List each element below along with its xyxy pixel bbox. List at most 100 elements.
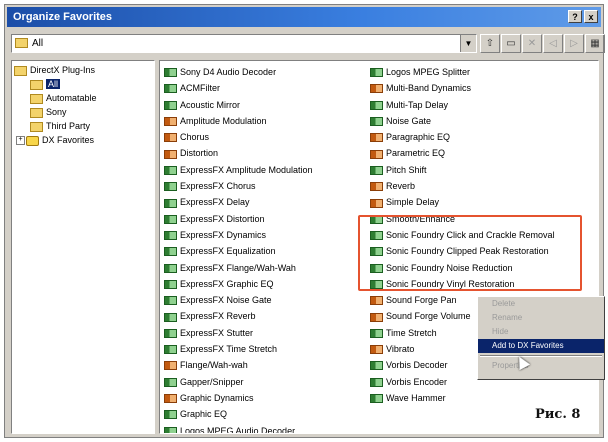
plugin-label: ExpressFX Delay — [180, 197, 250, 208]
plugin-label: Vorbis Decoder — [386, 360, 448, 371]
plugin-list-item[interactable]: Graphic EQ — [164, 406, 313, 422]
plugin-list-item[interactable]: Graphic Dynamics — [164, 390, 313, 406]
plugin-label: ExpressFX Flange/Wah-Wah — [180, 262, 296, 273]
help-button[interactable]: ? — [568, 10, 582, 23]
star-folder-icon — [26, 135, 39, 146]
plugin-label: ExpressFX Amplitude Modulation — [180, 164, 313, 175]
plugin-list-item[interactable]: Chorus — [164, 129, 313, 145]
highlight-frame — [358, 215, 582, 291]
green-plugin-icon — [164, 165, 177, 175]
folder-combo[interactable]: All ▼ — [11, 34, 477, 53]
plugin-list-item[interactable]: Simple Delay — [370, 194, 555, 210]
menu-item-properties[interactable]: Properties — [478, 359, 604, 373]
orange-plugin-icon — [370, 345, 383, 355]
menu-item-add-to-dx-favorites[interactable]: Add to DX Favorites — [478, 339, 604, 353]
plugin-label: ExpressFX Chorus — [180, 181, 256, 192]
tree-item-all[interactable]: All — [30, 78, 61, 90]
tree-item-third-party[interactable]: Third Party — [30, 120, 90, 132]
plugin-list-item[interactable]: Parametric EQ — [370, 145, 555, 161]
orange-plugin-icon — [370, 312, 383, 322]
folder-open-icon — [14, 65, 27, 76]
plugin-label: ExpressFX Dynamics — [180, 229, 267, 240]
plugin-list-item[interactable]: ExpressFX Stutter — [164, 325, 313, 341]
plugin-list-item[interactable]: ExpressFX Delay — [164, 194, 313, 210]
plugin-list-item[interactable]: ExpressFX Reverb — [164, 308, 313, 324]
plugin-label: Gapper/Snipper — [180, 376, 244, 387]
plugin-list-item[interactable]: Wave Hammer — [370, 390, 555, 406]
plugin-list-item[interactable]: ExpressFX Distortion — [164, 211, 313, 227]
plugin-list-item[interactable]: ExpressFX Time Stretch — [164, 341, 313, 357]
plugin-list-item[interactable]: Sony D4 Audio Decoder — [164, 64, 313, 80]
tree-item-all-label: All — [46, 79, 61, 89]
plugin-label: Distortion — [180, 148, 219, 159]
green-plugin-icon — [164, 296, 177, 306]
plugin-list-item[interactable]: ACMFilter — [164, 80, 313, 96]
tree-item-automatable[interactable]: Automatable — [30, 92, 97, 104]
plugin-list-item[interactable]: Gapper/Snipper — [164, 374, 313, 390]
menu-separator — [480, 355, 602, 357]
tree-item-root[interactable]: DirectX Plug-Ins — [14, 64, 95, 76]
green-plugin-icon — [370, 377, 383, 387]
plugin-label: Parametric EQ — [386, 148, 446, 159]
plugin-list-item[interactable]: ExpressFX Noise Gate — [164, 292, 313, 308]
close-button[interactable]: x — [584, 10, 598, 23]
plugin-label: Wave Hammer — [386, 392, 446, 403]
menu-item-delete[interactable]: Delete — [478, 297, 604, 311]
green-plugin-icon — [164, 84, 177, 94]
chevron-down-icon[interactable]: ▼ — [460, 35, 476, 52]
plugin-label: Logos MPEG Splitter — [386, 67, 471, 77]
plugin-label: ExpressFX Equalization — [180, 246, 276, 257]
plugin-list-item[interactable]: ExpressFX Chorus — [164, 178, 313, 194]
folder-up-button[interactable]: ⇧ — [480, 34, 500, 53]
figure-caption: Рис. 8 — [535, 407, 581, 422]
plugin-list-item[interactable]: ExpressFX Flange/Wah-Wah — [164, 260, 313, 276]
plugin-label: ExpressFX Distortion — [180, 213, 265, 224]
views-button[interactable]: ▦ — [585, 34, 605, 53]
folder-icon — [30, 93, 43, 104]
green-plugin-icon — [164, 410, 177, 420]
back-button[interactable]: ◁ — [543, 34, 563, 53]
plugin-list-item[interactable]: ExpressFX Equalization — [164, 243, 313, 259]
plugin-list-item[interactable]: Multi-Tap Delay — [370, 97, 555, 113]
plugin-list-item[interactable]: Reverb — [370, 178, 555, 194]
orange-plugin-icon — [370, 84, 383, 94]
plugin-list-item[interactable]: Pitch Shift — [370, 162, 555, 178]
plugin-list-item[interactable]: Distortion — [164, 145, 313, 161]
menu-item-rename[interactable]: Rename — [478, 311, 604, 325]
green-plugin-icon — [164, 328, 177, 338]
tree-item-sony[interactable]: Sony — [30, 106, 67, 118]
delete-button[interactable]: ✕ — [522, 34, 542, 53]
plugin-list-item[interactable]: Logos MPEG Splitter — [370, 64, 555, 80]
tree-item-dx-favorites[interactable]: DX Favorites — [26, 134, 94, 146]
plugin-label: Multi-Band Dynamics — [386, 83, 472, 94]
plugin-list-item[interactable]: ExpressFX Dynamics — [164, 227, 313, 243]
green-plugin-icon — [164, 426, 177, 433]
plugin-label: Logos MPEG Audio Decoder — [180, 425, 296, 434]
plugin-label: ExpressFX Graphic EQ — [180, 278, 274, 289]
plugin-label: ExpressFX Stutter — [180, 327, 254, 338]
expand-toggle[interactable]: + — [16, 136, 25, 145]
green-plugin-icon — [164, 345, 177, 355]
plugin-list-item[interactable]: Logos MPEG Audio Decoder — [164, 423, 313, 434]
forward-button[interactable]: ▷ — [564, 34, 584, 53]
new-folder-button[interactable]: ▭ — [501, 34, 521, 53]
plugin-list-item[interactable]: Flange/Wah-wah — [164, 357, 313, 373]
plugin-list-item[interactable]: Acoustic Mirror — [164, 97, 313, 113]
folder-icon — [15, 38, 28, 48]
orange-plugin-icon — [370, 182, 383, 192]
green-plugin-icon — [370, 117, 383, 127]
title-bar: Organize Favorites ? x — [7, 7, 601, 27]
orange-plugin-icon — [164, 149, 177, 159]
orange-plugin-icon — [370, 198, 383, 208]
menu-item-hide[interactable]: Hide — [478, 325, 604, 339]
plugin-list-item[interactable]: Amplitude Modulation — [164, 113, 313, 129]
plugin-list-item[interactable]: Paragraphic EQ — [370, 129, 555, 145]
plugin-list-item[interactable]: ExpressFX Graphic EQ — [164, 276, 313, 292]
plugin-label: Sony D4 Audio Decoder — [180, 67, 277, 77]
plugin-list-item[interactable]: Multi-Band Dynamics — [370, 80, 555, 96]
folder-icon — [30, 107, 43, 118]
plugin-list-item[interactable]: Noise Gate — [370, 113, 555, 129]
orange-plugin-icon — [164, 133, 177, 143]
toolbar: All ▼ ⇧ ▭ ✕ ◁ ▷ ▦ — [9, 32, 605, 56]
plugin-list-item[interactable]: ExpressFX Amplitude Modulation — [164, 162, 313, 178]
